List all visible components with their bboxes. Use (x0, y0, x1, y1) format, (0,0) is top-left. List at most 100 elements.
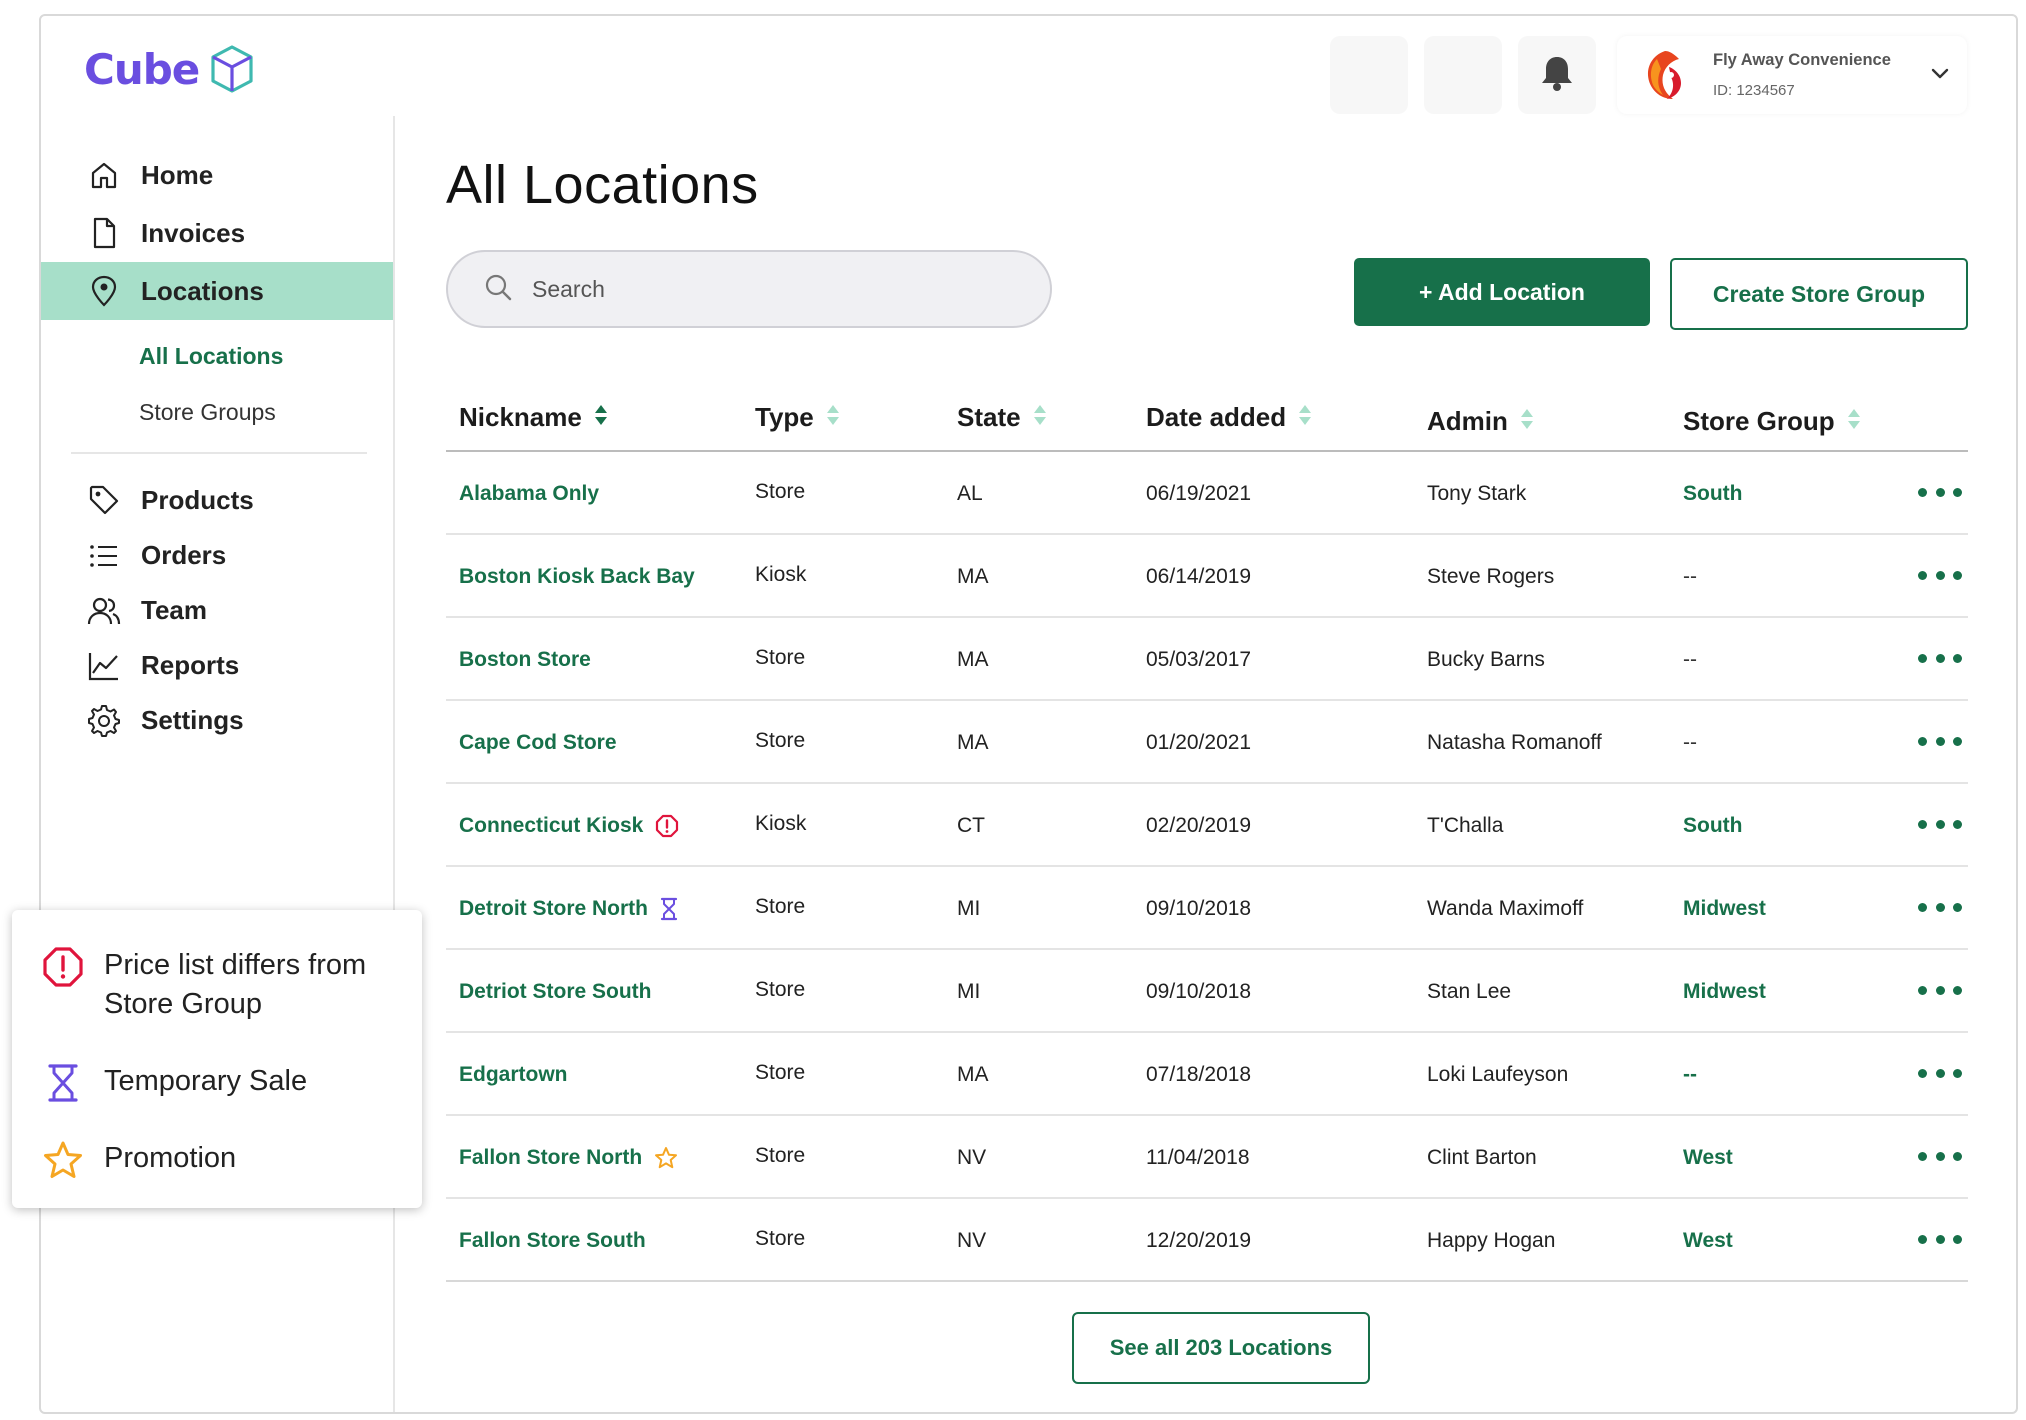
location-nickname-link[interactable]: Connecticut Kiosk (459, 814, 643, 838)
star-icon (42, 1139, 84, 1181)
location-nickname-link[interactable]: Cape Cod Store (459, 731, 617, 755)
create-store-group-button[interactable]: Create Store Group (1670, 258, 1968, 330)
cell-type: Kiosk (755, 812, 807, 835)
sidebar-item-orders[interactable]: Orders (41, 528, 393, 583)
account-switcher[interactable]: Fly Away Convenience ID: 1234567 (1617, 36, 1967, 114)
table-row[interactable]: Edgartown Store MA 07/18/2018 Loki Laufeyson… (446, 1033, 1968, 1116)
sidebar-item-locations[interactable]: Locations (41, 262, 393, 320)
legend-item-promotion: Promotion (42, 1139, 404, 1181)
location-nickname-link[interactable]: Boston Store (459, 648, 591, 672)
more-options-icon[interactable] (1918, 729, 1962, 753)
cell-store-group: -- (1683, 565, 1697, 588)
sort-icon (1033, 402, 1047, 433)
column-header-state[interactable]: State (957, 402, 1047, 433)
cell-state: MI (957, 980, 981, 1003)
table-row[interactable]: Cape Cod Store Store MA 01/20/2021 Natasha R… (446, 701, 1968, 784)
cell-admin: Bucky Barns (1427, 648, 1545, 671)
table-row[interactable]: Detriot Store South Store MI 09/10/2018 Stan… (446, 950, 1968, 1033)
location-nickname-link[interactable]: Detroit Store North (459, 897, 648, 921)
column-header-nickname[interactable]: Nickname (459, 402, 608, 433)
cell-admin: Tony Stark (1427, 482, 1527, 505)
cell-admin: Clint Barton (1427, 1146, 1537, 1169)
cell-store-group[interactable]: Midwest (1683, 980, 1766, 1004)
search-input[interactable] (532, 275, 992, 303)
more-options-icon[interactable] (1918, 646, 1962, 670)
add-location-button[interactable]: + Add Location (1354, 258, 1650, 326)
sidebar-item-settings[interactable]: Settings (41, 693, 393, 748)
legend-popup: Price list differs from Store Group Temp… (12, 910, 422, 1208)
alert-octagon-icon (655, 814, 679, 838)
cell-date-added: 09/10/2018 (1146, 980, 1252, 1003)
location-nickname-link[interactable]: Alabama Only (459, 482, 599, 506)
subnav-store-groups[interactable]: Store Groups (139, 384, 393, 440)
column-header-type[interactable]: Type (755, 402, 840, 433)
cell-type: Store (755, 895, 806, 918)
more-options-icon[interactable] (1918, 563, 1962, 587)
sidebar-item-invoices[interactable]: Invoices (41, 204, 393, 262)
legend-label: Promotion (104, 1142, 237, 1174)
table-row[interactable]: Alabama Only Store AL 06/19/2021 Tony Stark S… (446, 452, 1968, 535)
table-row[interactable]: Boston Store Store MA 05/03/2017 Bucky Barns… (446, 618, 1968, 701)
more-options-icon[interactable] (1918, 1227, 1962, 1251)
cell-date-added: 06/19/2021 (1146, 482, 1252, 505)
location-nickname-link[interactable]: Fallon Store North (459, 1146, 642, 1170)
list-icon (87, 539, 121, 573)
sidebar-item-reports[interactable]: Reports (41, 638, 393, 693)
search-bar[interactable] (446, 250, 1052, 328)
cell-store-group[interactable]: West (1683, 1229, 1733, 1253)
sidebar-item-team[interactable]: Team (41, 583, 393, 638)
sidebar-item-label: Invoices (141, 217, 246, 248)
sidebar-item-label: Locations (141, 275, 264, 306)
more-options-icon[interactable] (1918, 978, 1962, 1002)
cell-type: Store (755, 1061, 806, 1084)
sort-icon (594, 402, 608, 433)
cell-type: Store (755, 646, 806, 669)
cell-store-group[interactable]: Midwest (1683, 897, 1766, 921)
sort-icon (1520, 406, 1534, 437)
cell-type: Store (755, 978, 806, 1001)
cell-store-group[interactable]: West (1683, 1146, 1733, 1170)
see-all-locations-button[interactable]: See all 203 Locations (1072, 1312, 1370, 1384)
header-button-1[interactable] (1330, 36, 1408, 114)
cube-icon (209, 44, 255, 94)
table-row[interactable]: Connecticut Kiosk Kiosk CT 02/20/2019 T'Chal… (446, 784, 1968, 867)
cell-date-added: 02/20/2019 (1146, 814, 1252, 837)
more-options-icon[interactable] (1918, 1061, 1962, 1085)
location-nickname-link[interactable]: Fallon Store South (459, 1229, 646, 1253)
cell-type: Store (755, 480, 806, 503)
sidebar-item-label: Reports (141, 650, 240, 680)
sidebar-separator (71, 452, 367, 454)
cell-store-group[interactable]: South (1683, 482, 1742, 506)
sidebar-item-home[interactable]: Home (41, 146, 393, 204)
location-nickname-link[interactable]: Detriot Store South (459, 980, 652, 1004)
column-header-admin[interactable]: Admin (1427, 406, 1534, 437)
cell-store-group[interactable]: -- (1683, 1063, 1697, 1087)
location-nickname-link[interactable]: Boston Kiosk Back Bay (459, 565, 695, 589)
more-options-icon[interactable] (1918, 895, 1962, 919)
table-row[interactable]: Boston Kiosk Back Bay Kiosk MA 06/14/2019 St… (446, 535, 1968, 618)
sidebar-item-label: Settings (141, 705, 244, 735)
sidebar-item-products[interactable]: Products (41, 472, 393, 528)
logo[interactable]: Cube (84, 44, 255, 94)
column-header-store-group[interactable]: Store Group (1683, 406, 1861, 437)
subnav-all-locations[interactable]: All Locations (139, 328, 393, 384)
more-options-icon[interactable] (1918, 480, 1962, 504)
notifications-button[interactable] (1518, 36, 1596, 114)
cell-type: Store (755, 1144, 806, 1167)
column-header-date-added[interactable]: Date added (1146, 402, 1312, 433)
cell-state: MA (957, 565, 989, 588)
cell-store-group[interactable]: South (1683, 814, 1742, 838)
cell-nickname: Cape Cod Store (459, 731, 617, 755)
cell-date-added: 07/18/2018 (1146, 1063, 1252, 1086)
cell-admin: Happy Hogan (1427, 1229, 1556, 1252)
cell-nickname: Alabama Only (459, 482, 599, 506)
table-row[interactable]: Detroit Store North Store MI 09/10/2018 Wand… (446, 867, 1968, 950)
more-options-icon[interactable] (1918, 812, 1962, 836)
more-options-icon[interactable] (1918, 1144, 1962, 1168)
table-row[interactable]: Fallon Store South Store NV 12/20/2019 Happy… (446, 1199, 1968, 1282)
location-nickname-link[interactable]: Edgartown (459, 1063, 568, 1087)
search-icon (484, 273, 512, 306)
cell-state: NV (957, 1229, 987, 1252)
table-row[interactable]: Fallon Store North Store NV 11/04/2018 Clint… (446, 1116, 1968, 1199)
header-button-2[interactable] (1424, 36, 1502, 114)
